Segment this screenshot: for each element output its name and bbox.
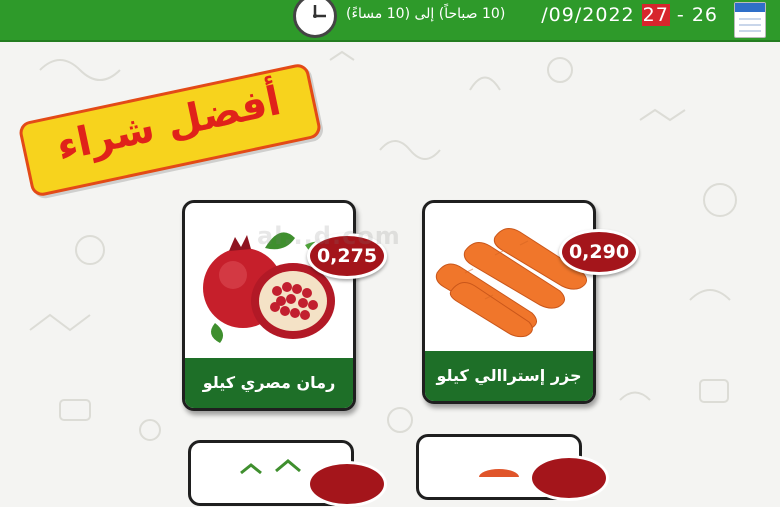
carrot-image — [435, 227, 587, 338]
product-name: رمان مصري كيلو — [185, 358, 353, 408]
product-card-partial-left[interactable] — [188, 440, 387, 507]
date-start-day: 26 — [691, 4, 718, 26]
opening-hours: (10 صباحاً) إلى (10 مساءً) — [346, 6, 506, 22]
price-badge-partial — [529, 455, 609, 501]
date-end-day: 27 — [641, 4, 670, 26]
header-bar: /09/2022 27 - 26 (10 صباحاً) إلى (10 مسا… — [0, 0, 780, 42]
product-card-partial-right[interactable] — [416, 434, 609, 501]
calendar-icon — [734, 2, 766, 38]
date-separator: - — [676, 4, 685, 26]
date-rest: /09/2022 — [541, 4, 635, 26]
product-name: جزر إستراالي كيلو — [425, 351, 593, 401]
price-badge-partial — [307, 461, 387, 507]
clock-icon — [293, 0, 337, 38]
watermark: al...d.com — [257, 222, 401, 250]
product-card-carrots[interactable]: جزر إستراالي كيلو 0,290 — [422, 200, 639, 404]
offer-date: /09/2022 27 - 26 — [541, 0, 718, 30]
price-badge: 0,290 — [559, 229, 639, 275]
